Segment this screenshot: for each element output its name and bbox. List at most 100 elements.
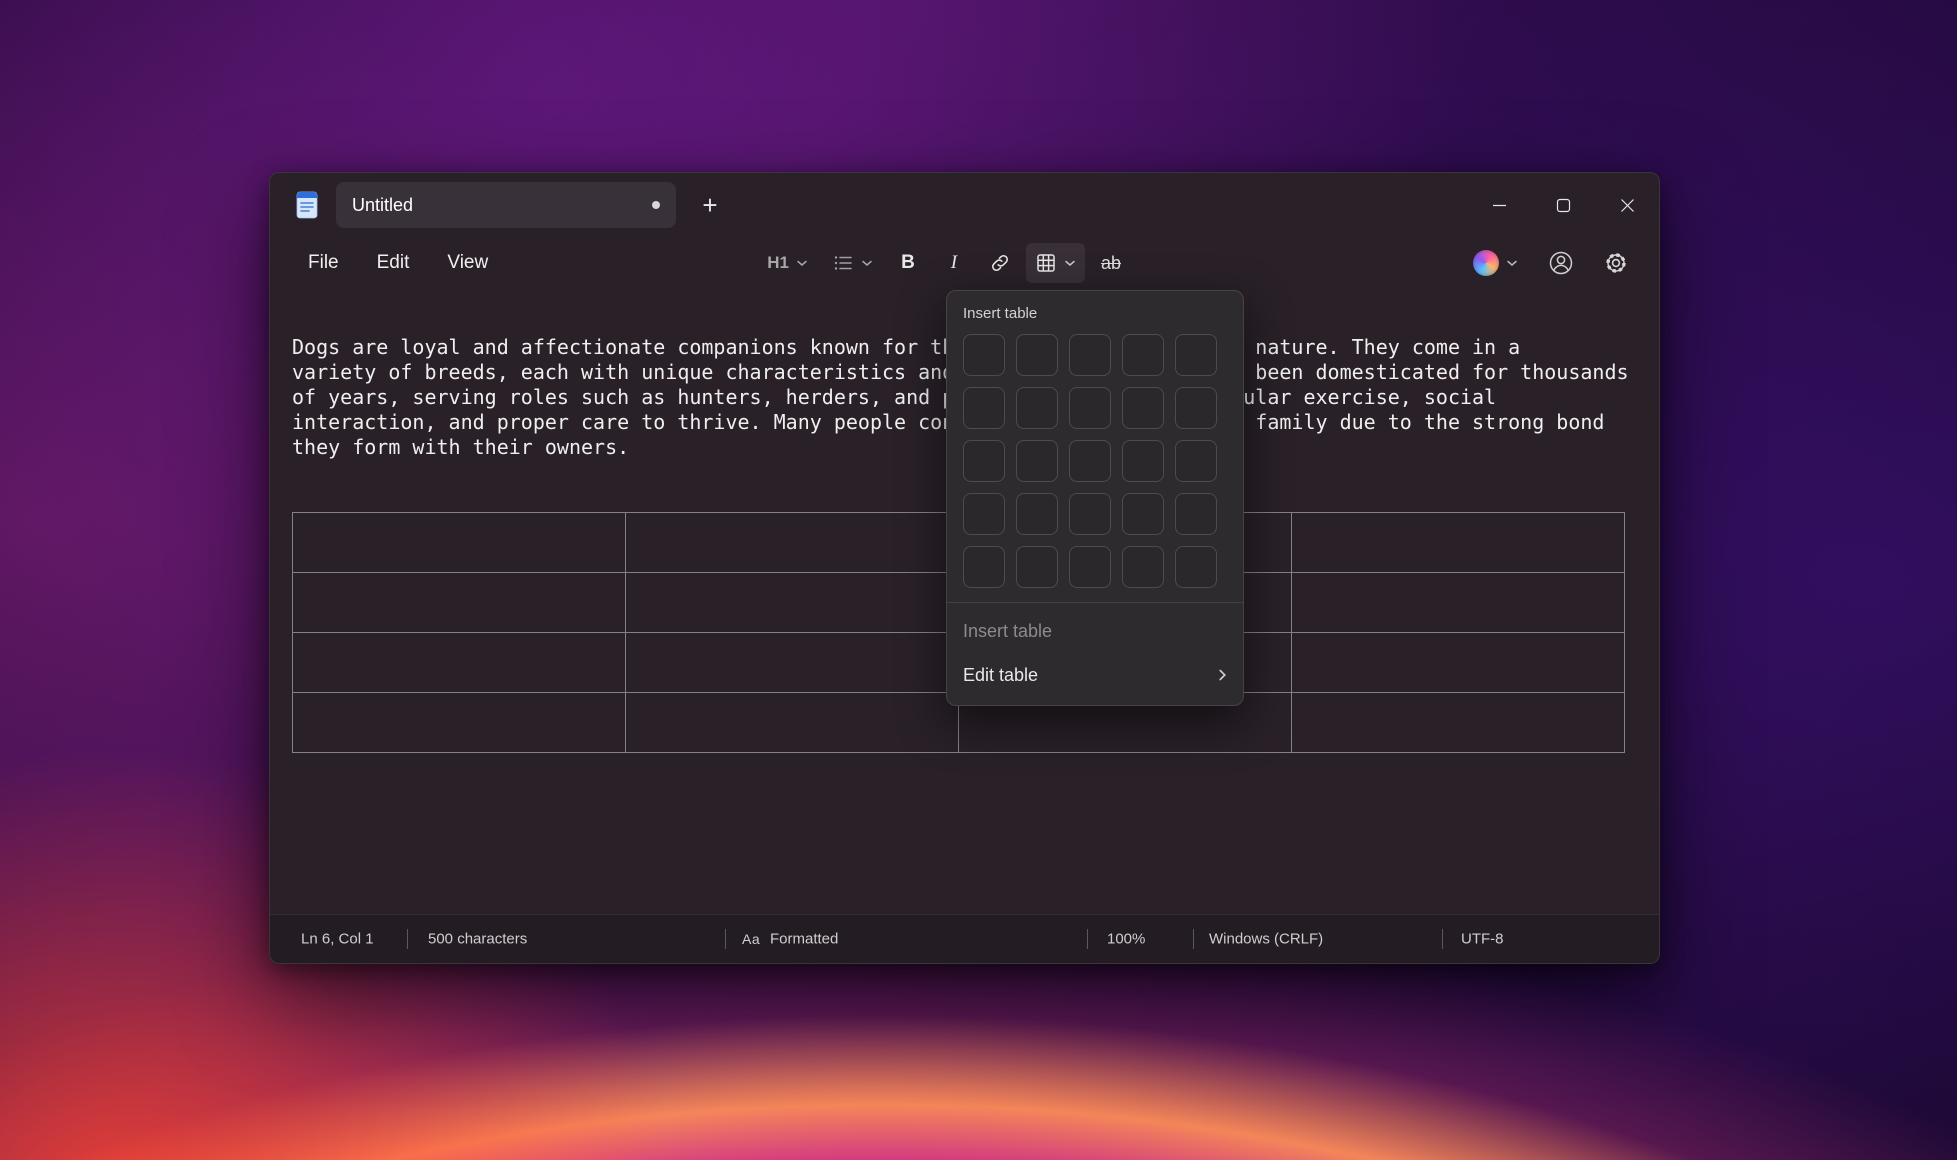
italic-label: I [951, 252, 957, 274]
table-size-cell[interactable] [1175, 387, 1217, 429]
status-line-ending: Windows (CRLF) [1209, 931, 1323, 948]
table-cell[interactable] [1292, 633, 1625, 693]
table-cell[interactable] [1292, 513, 1625, 573]
flyout-divider [947, 602, 1243, 603]
submenu-chevron-icon [1218, 668, 1227, 682]
menu-view[interactable]: View [431, 245, 504, 281]
status-separator [407, 929, 408, 949]
table-size-cell[interactable] [1175, 440, 1217, 482]
insert-table-button[interactable] [1026, 243, 1085, 283]
close-button[interactable] [1595, 173, 1659, 237]
copilot-button[interactable] [1464, 243, 1527, 283]
table-cell[interactable] [626, 573, 959, 633]
status-encoding: UTF-8 [1461, 931, 1504, 948]
table-size-cell[interactable] [1069, 546, 1111, 588]
chevron-down-icon [1064, 259, 1076, 267]
table-cell[interactable] [293, 633, 626, 693]
toolbar-right-group [1464, 243, 1637, 283]
strikethrough-button[interactable]: ab [1091, 243, 1131, 283]
chevron-down-icon [861, 259, 873, 267]
table-size-cell[interactable] [1069, 493, 1111, 535]
tab-untitled[interactable]: Untitled [336, 182, 676, 228]
new-tab-button[interactable]: + [690, 185, 730, 225]
title-bar: Untitled + [270, 173, 1659, 237]
chevron-down-icon [1506, 259, 1518, 267]
italic-button[interactable]: I [934, 243, 974, 283]
table-cell[interactable] [1292, 693, 1625, 753]
chevron-down-icon [796, 259, 808, 267]
table-cell[interactable] [1292, 573, 1625, 633]
bold-label: B [901, 252, 915, 274]
table-size-cell[interactable] [1175, 546, 1217, 588]
table-size-cell[interactable] [1016, 546, 1058, 588]
insert-table-flyout: Insert table Insert table Edit table [946, 290, 1244, 706]
table-size-cell[interactable] [1069, 334, 1111, 376]
table-cell[interactable] [293, 573, 626, 633]
link-button[interactable] [980, 243, 1020, 283]
desktop-wallpaper: Untitled + File Edit View [0, 0, 1957, 1160]
status-separator [725, 929, 726, 949]
table-size-cell[interactable] [1016, 440, 1058, 482]
toolbar: File Edit View H1 [270, 237, 1659, 289]
notepad-app-icon [290, 188, 324, 222]
status-bar: Ln 6, Col 1 500 characters Aa Formatted … [270, 914, 1659, 963]
gear-icon [1604, 251, 1628, 275]
link-icon [989, 252, 1011, 274]
bold-button[interactable]: B [888, 243, 928, 283]
account-button[interactable] [1539, 243, 1583, 283]
table-size-cell[interactable] [963, 546, 1005, 588]
formatting-toolbar: H1 [758, 243, 1131, 283]
maximize-button[interactable] [1531, 173, 1595, 237]
tab-title: Untitled [352, 195, 413, 216]
table-size-cell[interactable] [1069, 387, 1111, 429]
table-cell[interactable] [626, 633, 959, 693]
status-line-col: Ln 6, Col 1 [301, 931, 374, 948]
list-button[interactable] [823, 243, 882, 283]
menu-file[interactable]: File [292, 245, 355, 281]
table-size-cell[interactable] [1016, 387, 1058, 429]
insert-table-label: Insert table [963, 621, 1052, 642]
status-separator [1087, 929, 1088, 949]
table-size-cell[interactable] [963, 387, 1005, 429]
table-cell[interactable] [293, 693, 626, 753]
table-cell[interactable] [626, 513, 959, 573]
table-icon [1035, 252, 1057, 274]
edit-table-label: Edit table [963, 665, 1038, 686]
table-size-cell[interactable] [1122, 334, 1164, 376]
table-size-grid [947, 334, 1243, 588]
window-controls [1467, 173, 1659, 237]
table-size-cell[interactable] [963, 440, 1005, 482]
status-characters: 500 characters [428, 931, 527, 948]
table-size-cell[interactable] [1069, 440, 1111, 482]
table-size-cell[interactable] [1175, 334, 1217, 376]
heading-style-button[interactable]: H1 [758, 243, 817, 283]
table-size-cell[interactable] [963, 493, 1005, 535]
table-cell[interactable] [293, 513, 626, 573]
table-size-cell[interactable] [1016, 334, 1058, 376]
bullet-list-icon [832, 252, 854, 274]
strikethrough-label: ab [1101, 253, 1121, 274]
unsaved-indicator-icon [652, 201, 660, 209]
menu-item-edit-table[interactable]: Edit table [947, 653, 1243, 697]
settings-button[interactable] [1595, 243, 1637, 283]
table-cell[interactable] [626, 693, 959, 753]
flyout-header: Insert table [947, 305, 1243, 322]
menu-item-insert-table[interactable]: Insert table [947, 609, 1243, 653]
notepad-window: Untitled + File Edit View [269, 172, 1660, 964]
heading-style-label: H1 [767, 253, 789, 273]
status-separator [1193, 929, 1194, 949]
menu-edit[interactable]: Edit [361, 245, 426, 281]
table-size-cell[interactable] [1175, 493, 1217, 535]
table-size-cell[interactable] [1122, 493, 1164, 535]
formatted-aa-icon: Aa [742, 931, 760, 947]
avatar-icon [1548, 250, 1574, 276]
table-size-cell[interactable] [1016, 493, 1058, 535]
minimize-button[interactable] [1467, 173, 1531, 237]
table-size-cell[interactable] [1122, 387, 1164, 429]
status-formatted: Formatted [770, 931, 838, 948]
table-size-cell[interactable] [1122, 546, 1164, 588]
table-size-cell[interactable] [963, 334, 1005, 376]
copilot-icon [1473, 250, 1499, 276]
table-size-cell[interactable] [1122, 440, 1164, 482]
status-separator [1442, 929, 1443, 949]
